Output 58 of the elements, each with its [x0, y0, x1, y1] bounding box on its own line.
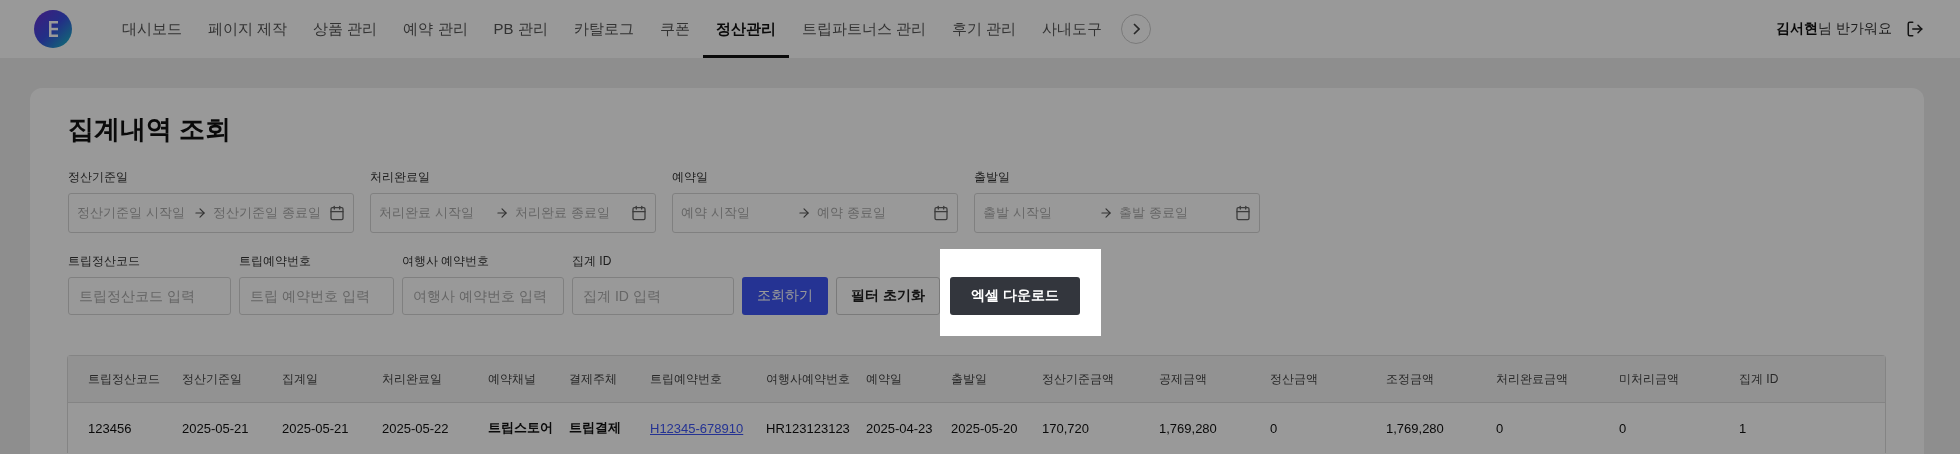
- field-label: 처리완료일: [370, 169, 431, 186]
- table-cell-text: 2025-05-21: [182, 420, 250, 436]
- table-cell-text: 1,769,280: [1386, 420, 1445, 436]
- column-header: 출발일: [951, 370, 988, 388]
- column-header: 여행사예약번호: [766, 370, 851, 388]
- nav-tab[interactable]: 상품 관리: [300, 0, 391, 58]
- field-label: 출발일: [974, 169, 1011, 186]
- field-label: 트립예약번호: [239, 253, 312, 270]
- column-header: 미처리금액: [1619, 370, 1680, 388]
- column-header: 정산기준금액: [1042, 370, 1115, 388]
- nav-tab[interactable]: 트립파트너스 관리: [788, 0, 939, 58]
- column-header: 조정금액: [1386, 370, 1435, 388]
- column-header: 정산금액: [1270, 370, 1319, 388]
- nav-tab[interactable]: 카탈로그: [560, 0, 647, 58]
- column-header: 트립정산코드: [88, 370, 161, 388]
- column-header: 결제주체: [569, 370, 618, 388]
- table-cell-text: 123456: [88, 420, 133, 436]
- table-cell-text: 0: [1270, 420, 1279, 436]
- table-cell-text: 2025-05-22: [382, 420, 450, 436]
- table-cell-text: 트립스토어: [488, 419, 554, 437]
- nav-tab[interactable]: 정산관리: [702, 0, 789, 58]
- column-header: 정산기준일: [182, 370, 243, 388]
- table-cell-text: 1,769,280: [1159, 420, 1218, 436]
- nav-tab[interactable]: 페이지 제작: [195, 0, 301, 58]
- page-title: 집계내역 조회: [68, 113, 233, 146]
- column-header: 공제금액: [1159, 370, 1208, 388]
- field-label: 트립정산코드: [68, 253, 141, 270]
- table-cell-text: 2025-04-23: [866, 420, 934, 436]
- column-header: 처리완료금액: [1496, 370, 1569, 388]
- action-button[interactable]: 조회하기: [742, 277, 828, 315]
- table-cell-text: 170,720: [1042, 420, 1090, 436]
- table-cell-text: 2025-05-21: [282, 420, 350, 436]
- nav-tab[interactable]: 대시보드: [109, 0, 195, 58]
- table-cell-text: 2025-05-20: [951, 420, 1019, 436]
- action-button[interactable]: 필터 초기화: [836, 277, 940, 315]
- column-header: 트립예약번호: [650, 370, 723, 388]
- column-header: 집계 ID: [1739, 370, 1780, 388]
- column-header: 집계일: [282, 370, 319, 388]
- field-label: 집계 ID: [572, 253, 613, 270]
- table-cell-text: 트립결제: [569, 419, 622, 437]
- nav-tab[interactable]: PB 관리: [480, 0, 561, 58]
- column-header: 예약일: [866, 370, 903, 388]
- nav-tab[interactable]: 사내도구: [1029, 0, 1116, 58]
- nav-tab[interactable]: 쿠폰: [646, 0, 703, 58]
- field-label: 예약일: [672, 169, 709, 186]
- field-label: 여행사 예약번호: [402, 253, 491, 270]
- user-greeting: 김서현님 반가워요: [1776, 20, 1892, 38]
- table-cell-text: 1: [1739, 420, 1748, 436]
- column-header: 처리완료일: [382, 370, 443, 388]
- field-label: 정산기준일: [68, 169, 129, 186]
- nav-tab[interactable]: 예약 관리: [390, 0, 481, 58]
- reservation-link[interactable]: H12345-678910: [650, 420, 766, 436]
- nav-tab[interactable]: 후기 관리: [938, 0, 1030, 58]
- column-header: 예약채널: [488, 370, 537, 388]
- table-cell-text: 0: [1619, 420, 1628, 436]
- table-cell-text: 0: [1496, 420, 1505, 436]
- table-cell-text: HR123123123: [766, 420, 851, 436]
- action-button[interactable]: 엑셀 다운로드: [949, 277, 1080, 315]
